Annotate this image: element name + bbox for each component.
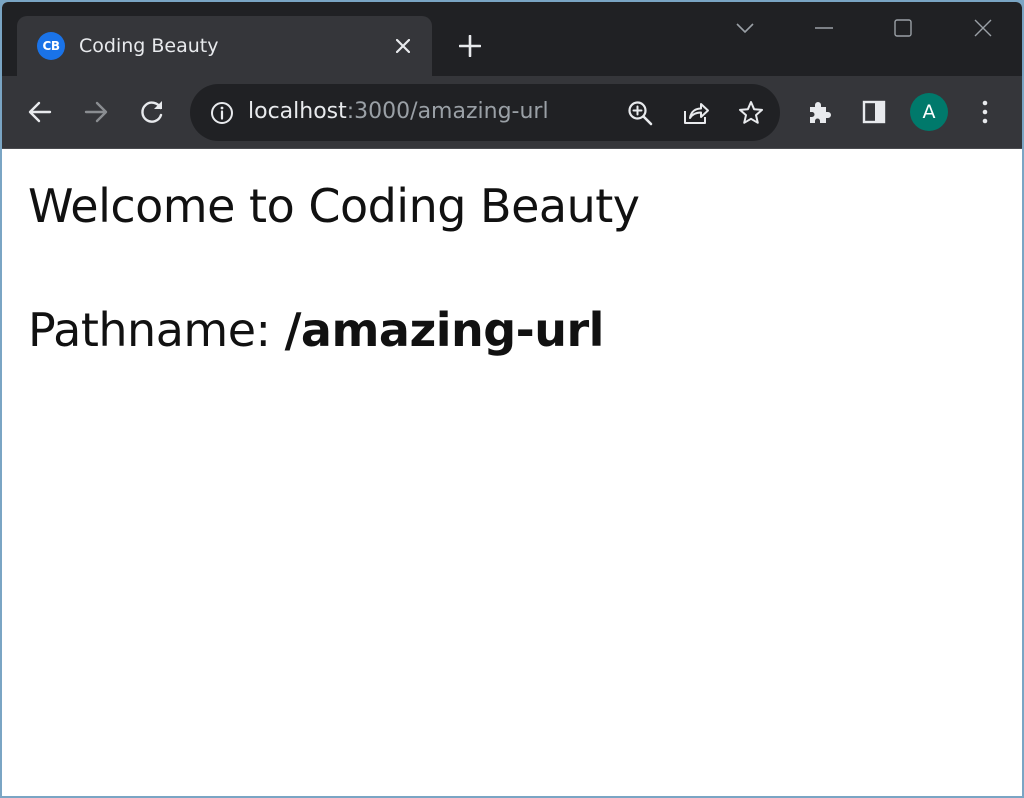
forward-button[interactable] — [76, 92, 116, 132]
back-button[interactable] — [20, 92, 60, 132]
tab-coding-beauty[interactable]: CB Coding Beauty — [17, 16, 432, 76]
maximize-icon — [894, 19, 912, 37]
url-text: localhost:3000/amazing-url — [248, 99, 549, 124]
pathname-line: Pathname: /amazing-url — [28, 303, 604, 357]
page-heading: Welcome to Coding Beauty — [28, 179, 640, 233]
share-button[interactable] — [676, 93, 716, 133]
star-icon — [739, 101, 763, 124]
info-icon — [211, 102, 233, 124]
tab-close-button[interactable] — [390, 33, 416, 59]
reload-icon — [141, 101, 163, 123]
plus-icon — [459, 35, 481, 57]
side-panel-button[interactable] — [854, 92, 894, 132]
tab-strip: CB Coding Beauty — [2, 2, 1022, 76]
menu-button[interactable] — [965, 92, 1005, 132]
reload-button[interactable] — [132, 92, 172, 132]
pathname-value: /amazing-url — [284, 303, 605, 357]
extensions-button[interactable] — [799, 92, 839, 132]
close-icon — [396, 39, 410, 53]
pathname-label: Pathname: — [28, 303, 285, 357]
browser-window: CB Coding Beauty localhost:3000/amazing-… — [2, 2, 1022, 796]
tab-search-button[interactable] — [725, 12, 765, 44]
site-info-button[interactable] — [202, 93, 242, 133]
menu-icon — [982, 100, 988, 124]
minimize-icon — [815, 27, 833, 29]
page-content: Welcome to Coding Beauty Pathname: /amaz… — [2, 149, 1022, 796]
maximize-button[interactable] — [883, 12, 923, 44]
tab-favicon: CB — [37, 32, 65, 60]
forward-arrow-icon — [84, 101, 108, 123]
share-icon — [684, 103, 709, 124]
address-bar[interactable]: localhost:3000/amazing-url — [190, 84, 780, 141]
new-tab-button[interactable] — [454, 30, 486, 62]
bookmark-button[interactable] — [731, 93, 771, 133]
browser-toolbar: localhost:3000/amazing-url A — [2, 76, 1022, 148]
close-icon — [974, 19, 992, 37]
minimize-button[interactable] — [804, 12, 844, 44]
chevron-down-icon — [736, 23, 754, 33]
side-panel-icon — [862, 100, 886, 124]
url-path: :3000/amazing-url — [346, 99, 549, 124]
profile-avatar[interactable]: A — [910, 93, 948, 131]
url-host: localhost — [248, 99, 347, 124]
window-close-button[interactable] — [963, 12, 1003, 44]
zoom-button[interactable] — [620, 93, 660, 133]
tab-title: Coding Beauty — [79, 35, 219, 57]
zoom-icon — [628, 101, 653, 126]
extensions-icon — [810, 102, 831, 123]
back-arrow-icon — [28, 101, 52, 123]
